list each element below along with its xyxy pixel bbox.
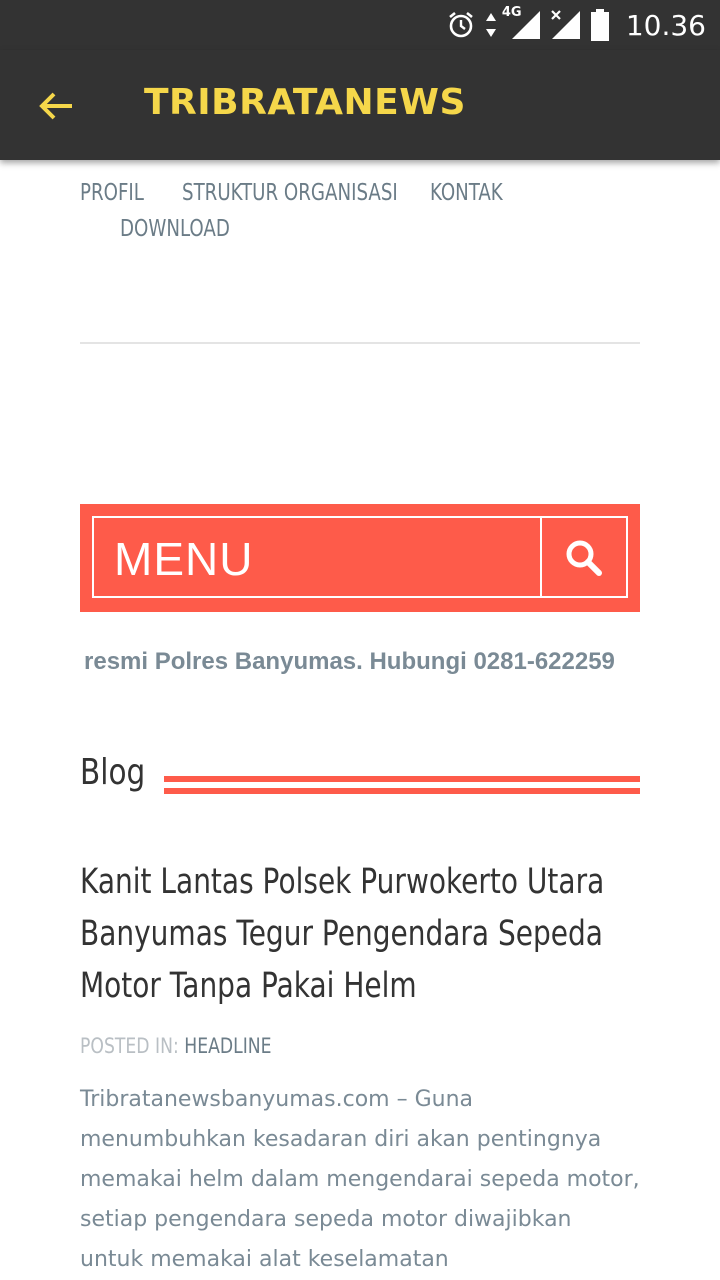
- app-bar: TRIBRATANEWS: [0, 50, 720, 160]
- nav-link-struktur-organisasi[interactable]: STRUKTUR ORGANISASI: [182, 180, 398, 206]
- nav-link-profil[interactable]: PROFIL: [80, 180, 144, 206]
- section-heading: Blog: [80, 752, 146, 793]
- battery-icon: [590, 9, 609, 41]
- news-ticker: resmi Polres Banyumas. Hubungi 0281-6222…: [84, 648, 615, 675]
- category-link[interactable]: HEADLINE: [184, 1034, 271, 1058]
- clock: 10.36: [625, 8, 706, 42]
- signal-no-sim-icon: [551, 10, 580, 39]
- divider: [80, 342, 640, 344]
- status-bar: 4G 10.36: [0, 0, 720, 50]
- data-arrows-icon: [485, 13, 496, 37]
- status-icons: 4G 10.36: [446, 5, 706, 44]
- signal-icon: 4G: [502, 5, 542, 41]
- heading-rule-top: [164, 776, 640, 782]
- search-icon: [566, 540, 602, 576]
- heading-rule-bottom: [164, 788, 640, 794]
- post-meta: POSTED IN: HEADLINE: [80, 1034, 272, 1058]
- posted-in-label: POSTED IN:: [80, 1034, 179, 1058]
- search-button[interactable]: [542, 516, 628, 598]
- nav-link-download[interactable]: DOWNLOAD: [120, 216, 230, 242]
- nav-link-kontak[interactable]: KONTAK: [430, 180, 503, 206]
- post-title-link[interactable]: Kanit Lantas Polsek Purwokerto Utara Ban…: [80, 856, 640, 1012]
- alarm-icon: [449, 11, 473, 38]
- back-arrow-icon[interactable]: [36, 86, 76, 126]
- menu-label: MENU: [114, 533, 254, 585]
- menu-bar: MENU: [80, 504, 640, 612]
- app-title: TRIBRATANEWS: [144, 82, 466, 123]
- post-excerpt: Tribratanewsbanyumas.com – Guna menumbuh…: [80, 1087, 640, 1272]
- menu-toggle-button[interactable]: MENU: [92, 516, 542, 598]
